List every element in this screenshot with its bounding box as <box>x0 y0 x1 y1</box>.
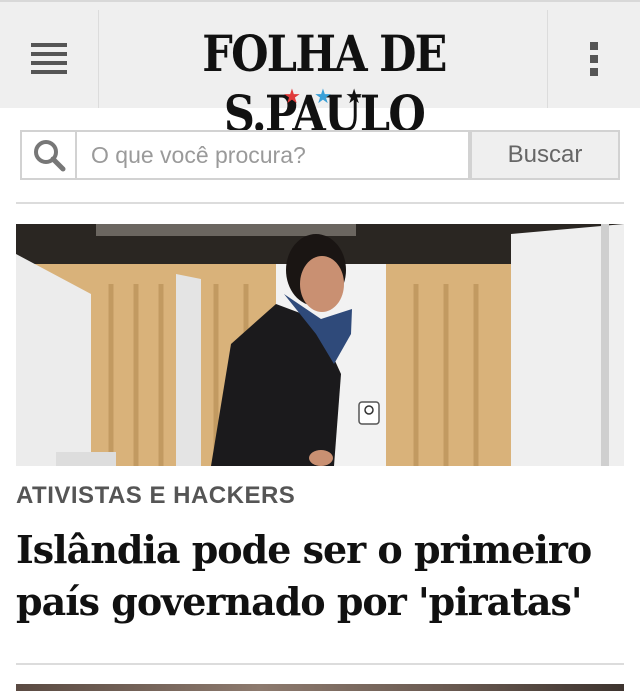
logo-stars: ★ ★ ★ <box>283 86 363 108</box>
divider <box>16 202 624 204</box>
menu-button[interactable] <box>0 10 99 108</box>
black-star-icon: ★ <box>345 86 363 108</box>
vertical-dots-icon <box>590 42 598 76</box>
divider <box>16 663 624 665</box>
article-headline[interactable]: Islândia pode ser o primeiro país govern… <box>16 524 626 628</box>
site-header: FOLHA DE S.PAULO ★ ★ ★ <box>0 0 640 143</box>
more-options-button[interactable] <box>547 10 640 108</box>
red-star-icon: ★ <box>283 86 301 108</box>
site-logo[interactable]: FOLHA DE S.PAULO <box>131 24 516 144</box>
article-image[interactable] <box>16 224 624 466</box>
hamburger-icon <box>31 43 67 75</box>
search-button[interactable]: Buscar <box>470 130 620 180</box>
next-article-image[interactable] <box>16 684 624 691</box>
search-bar <box>20 130 470 180</box>
article-kicker[interactable]: ATIVISTAS E HACKERS <box>16 482 295 510</box>
blue-star-icon: ★ <box>314 86 332 108</box>
search-icon[interactable] <box>22 132 77 178</box>
search-input[interactable] <box>77 132 468 178</box>
